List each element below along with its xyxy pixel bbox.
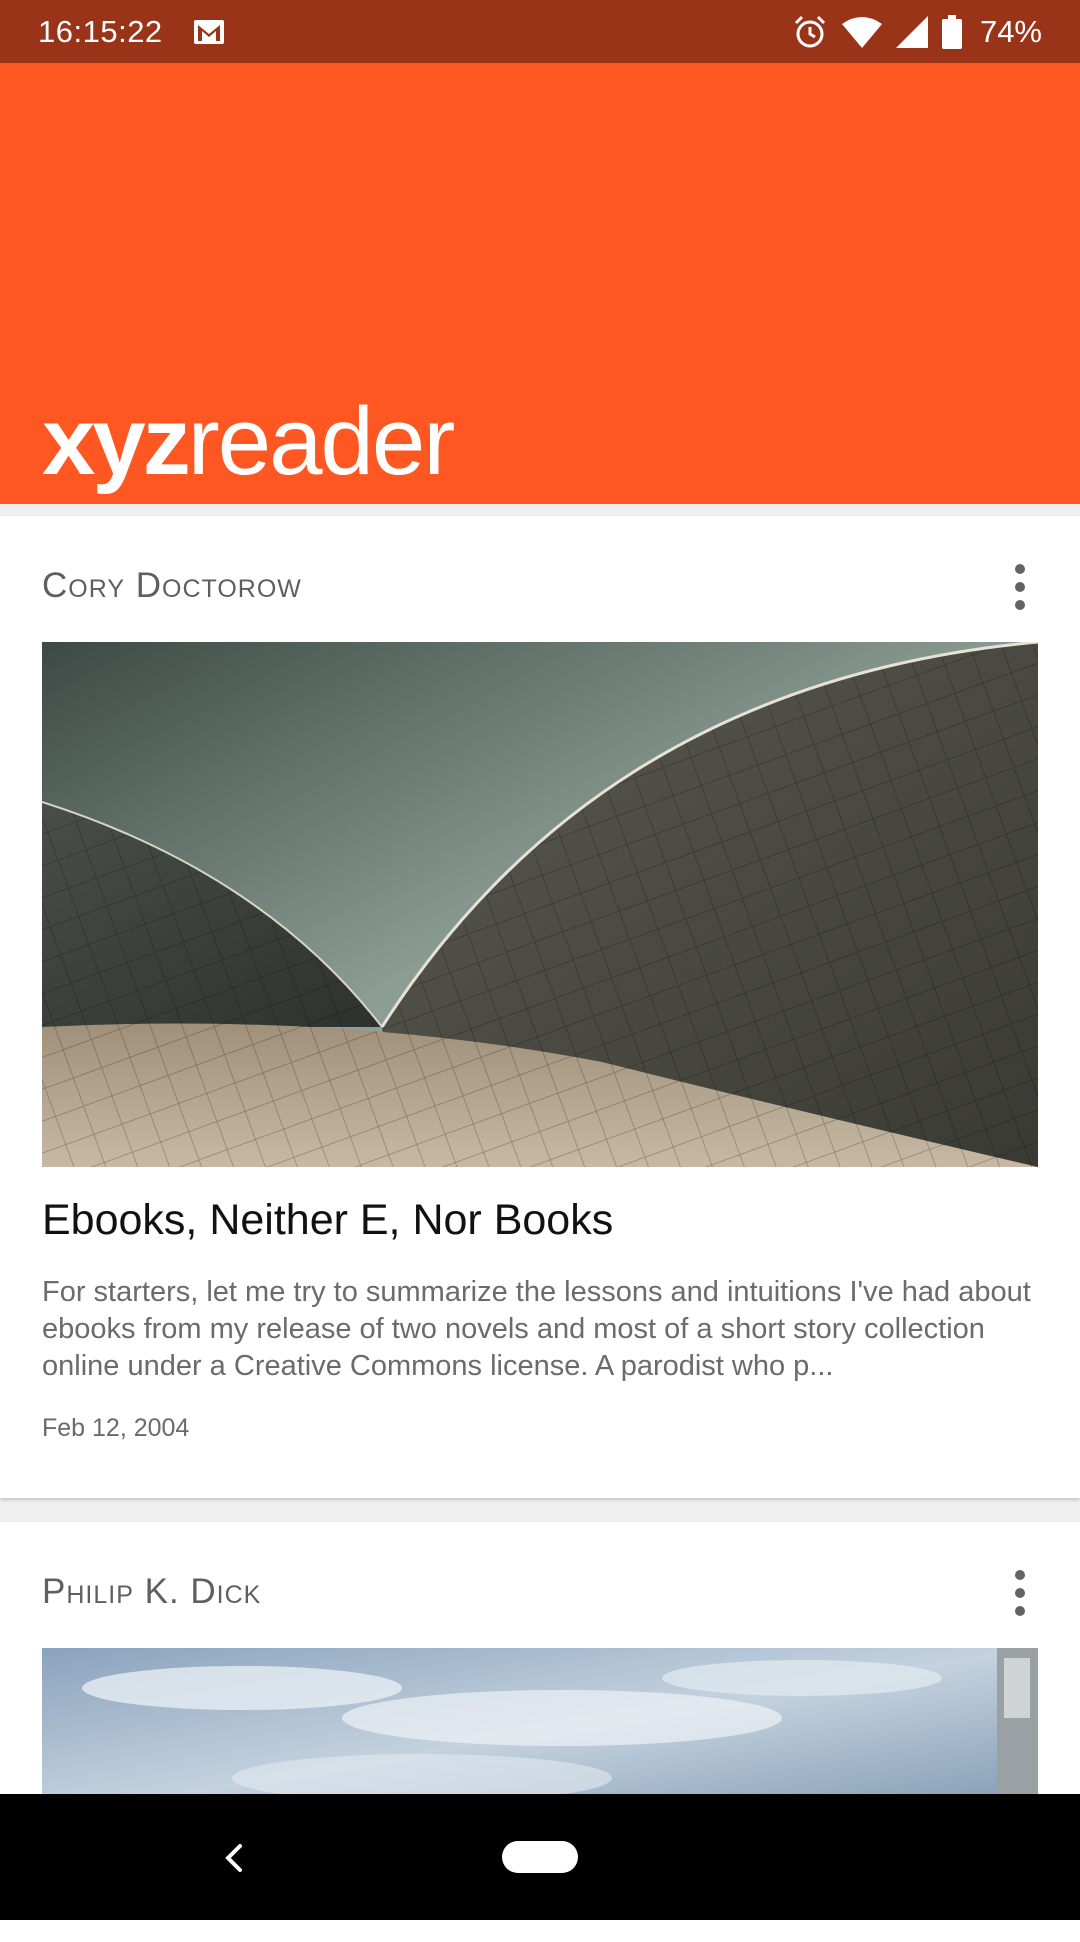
more-vert-icon[interactable] bbox=[1010, 564, 1030, 610]
article-title[interactable]: Ebooks, Neither E, Nor Books bbox=[42, 1196, 613, 1245]
logo-light-part: reader bbox=[187, 388, 455, 495]
status-right: 74% bbox=[792, 14, 1080, 50]
article-excerpt: For starters, let me try to summarize th… bbox=[42, 1276, 1031, 1382]
logo-bold-part: xyz bbox=[42, 388, 191, 495]
status-bar: 16:15:22 74% bbox=[0, 0, 1080, 63]
status-left: 16:15:22 bbox=[0, 14, 225, 50]
back-icon[interactable] bbox=[218, 1838, 250, 1878]
article-thumbnail[interactable] bbox=[42, 1648, 1038, 1818]
more-vert-icon[interactable] bbox=[1010, 1570, 1030, 1616]
navigation-bar bbox=[0, 1794, 1080, 1920]
article-date: Feb 12, 2004 bbox=[42, 1414, 190, 1442]
app-bar: xyzreader bbox=[0, 63, 1080, 504]
status-time: 16:15:22 bbox=[38, 13, 163, 49]
home-button[interactable] bbox=[502, 1841, 578, 1873]
article-thumbnail[interactable] bbox=[42, 642, 1038, 1167]
gmail-icon bbox=[193, 19, 225, 45]
article-author: Philip K. Dick bbox=[42, 1572, 262, 1611]
wifi-icon bbox=[841, 16, 882, 48]
alarm-icon bbox=[792, 14, 828, 50]
article-author: Cory Doctorow bbox=[42, 566, 302, 605]
battery-percent: 74% bbox=[979, 13, 1042, 49]
app-logo: xyzreader bbox=[42, 394, 455, 490]
battery-icon bbox=[941, 14, 962, 49]
signal-icon bbox=[895, 15, 928, 48]
article-card[interactable]: Cory Doctorow Ebooks, Neither E, Nor Boo… bbox=[0, 516, 1080, 1498]
